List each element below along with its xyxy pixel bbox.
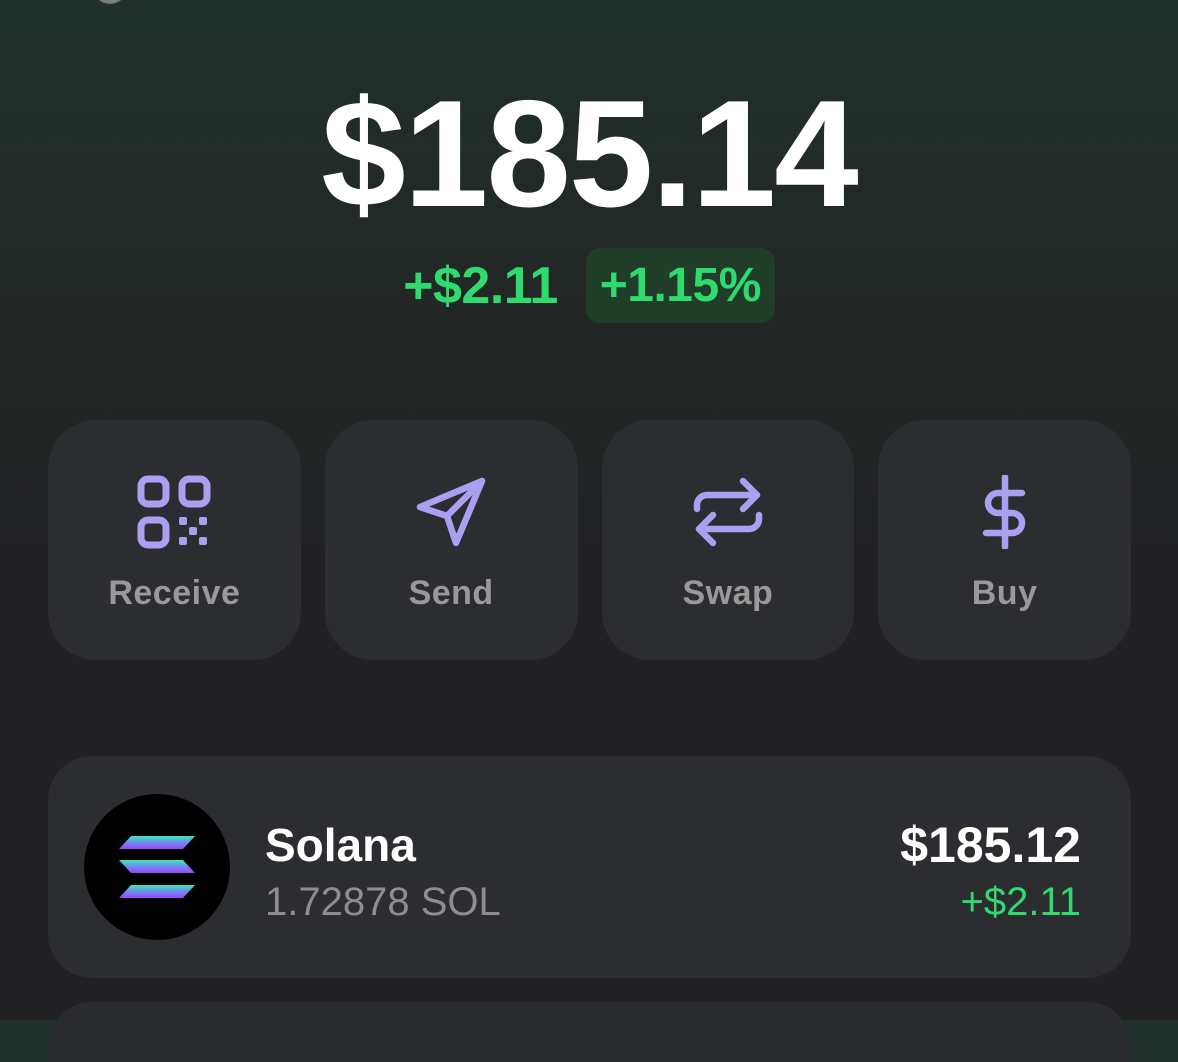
token-name: Solana	[265, 819, 416, 871]
solana-logo-icon	[84, 794, 230, 940]
paper-plane-icon	[411, 472, 491, 552]
token-row-next[interactable]	[48, 1002, 1131, 1062]
portfolio-balance: $185.14	[321, 69, 858, 239]
token-value: $185.12	[900, 817, 1081, 873]
portfolio-change-percent-badge: +1.15%	[585, 248, 775, 323]
token-change: +$2.11	[960, 880, 1082, 924]
send-label: Send	[408, 574, 494, 612]
send-button[interactable]: Send	[324, 420, 578, 660]
avatar[interactable]	[92, 0, 128, 4]
portfolio-change-amount: +$2.11	[403, 256, 558, 315]
token-row-solana[interactable]: Solana 1.72878 SOL $185.12 +$2.11	[48, 756, 1131, 978]
dollar-icon	[965, 472, 1045, 552]
swap-button[interactable]: Swap	[601, 420, 855, 660]
swap-arrows-icon	[688, 472, 768, 552]
token-amount: 1.72878 SOL	[265, 880, 501, 924]
receive-button[interactable]: Receive	[48, 420, 301, 660]
receive-label: Receive	[108, 574, 241, 612]
portfolio-change-row: +$2.11 +1.15%	[0, 248, 1178, 323]
buy-button[interactable]: Buy	[878, 420, 1131, 660]
qr-code-icon	[134, 472, 214, 552]
buy-label: Buy	[971, 574, 1038, 612]
swap-label: Swap	[682, 574, 774, 612]
action-buttons: Receive Send Swap Buy	[48, 420, 1131, 660]
